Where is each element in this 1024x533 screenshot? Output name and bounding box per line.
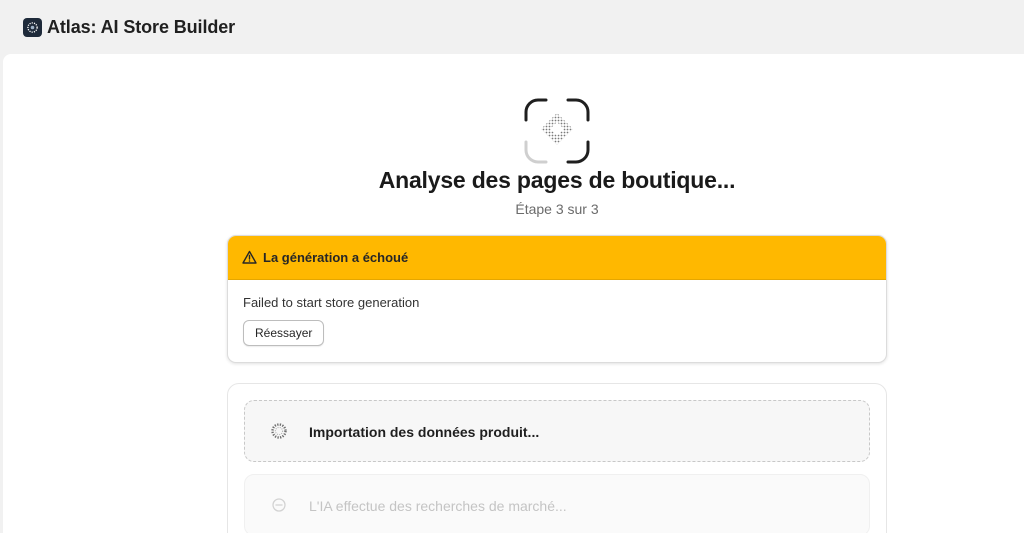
error-alert: La génération a échoué Failed to start s…	[227, 235, 887, 363]
app-title: Atlas: AI Store Builder	[47, 17, 236, 37]
task-label: L'IA effectue des recherches de marché..…	[309, 498, 567, 514]
app-window: Atlas: AI Store Builder Analyse des page…	[0, 0, 1024, 533]
task-item-import-products: Importation des données produit...	[244, 400, 870, 462]
top-bar: Atlas: AI Store Builder	[0, 0, 1024, 54]
scan-frame-icon	[524, 98, 590, 164]
minus-circle-icon	[270, 496, 288, 514]
task-label: Importation des données produit...	[309, 424, 540, 440]
task-item-market-research: L'IA effectue des recherches de marché..…	[244, 474, 870, 533]
spinner-icon	[270, 422, 288, 440]
step-indicator: Étape 3 sur 3	[515, 201, 599, 217]
page-title: Analyse des pages de boutique...	[378, 167, 736, 193]
atlas-logo-icon	[23, 18, 42, 37]
error-message: Failed to start store generation	[243, 295, 420, 310]
error-alert-title: La génération a échoué	[263, 250, 409, 265]
task-list: Importation des données produit... L'IA …	[227, 383, 887, 533]
error-alert-header: La génération a échoué	[228, 236, 886, 280]
warning-triangle-icon	[242, 250, 257, 265]
retry-button[interactable]: Réessayer	[243, 320, 325, 346]
